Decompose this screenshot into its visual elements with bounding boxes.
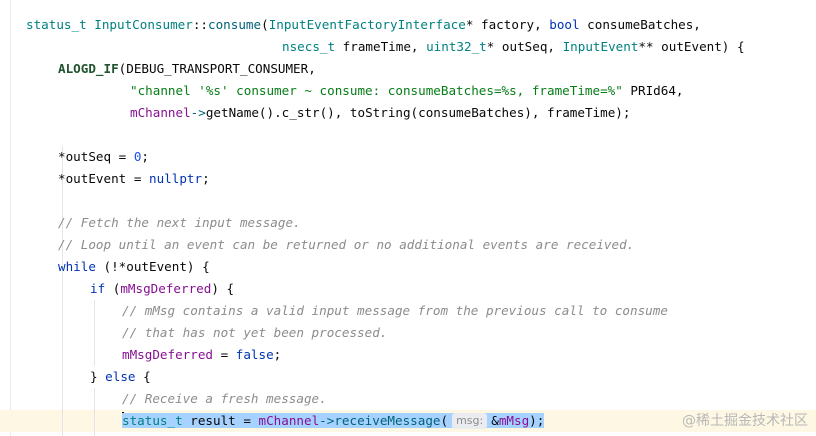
- code-token: ;: [202, 171, 210, 186]
- type-token: InputEventFactoryInterface: [268, 17, 466, 32]
- code-token: ;: [273, 347, 282, 362]
- code-token: * outSeq,: [486, 39, 563, 54]
- code-token: =: [213, 347, 236, 362]
- code-line-13: if (mMsgDeferred) {: [90, 278, 234, 300]
- code-token: * factory,: [465, 17, 550, 32]
- code-line-19-selected[interactable]: status_t result = mChannel->receiveMessa…: [122, 410, 545, 432]
- code-token: *outSeq =: [58, 149, 134, 164]
- code-token: (: [105, 281, 121, 296]
- class-token: InputConsumer: [94, 17, 193, 32]
- code-token: (: [261, 17, 269, 32]
- member-token: mMsgDeferred: [122, 347, 213, 362]
- keyword-token: nullptr: [149, 171, 203, 186]
- type-token: InputEvent: [562, 39, 639, 54]
- member-token: mMsgDeferred: [120, 281, 212, 296]
- string-token: "channel '%s' consumer ~ consume: consum…: [130, 83, 623, 98]
- code-line-12: while (!*outEvent) {: [58, 256, 210, 278]
- keyword-token: else: [105, 369, 136, 384]
- code-token: (: [440, 413, 449, 428]
- member-token: mMsg: [498, 413, 530, 428]
- code-token: ::: [192, 17, 209, 32]
- keyword-token: false: [235, 347, 274, 362]
- code-line-5: mChannel->getName().c_str(), toString(co…: [130, 102, 630, 124]
- indent-guide: [94, 388, 95, 436]
- code-line-7: *outSeq = 0;: [58, 146, 149, 168]
- code-token: frameTime,: [335, 39, 427, 54]
- keyword-token: while: [58, 259, 96, 274]
- type-token: status_t: [122, 413, 183, 428]
- code-line-17: } else {: [90, 366, 151, 388]
- code-comment: // Fetch the next input message.: [58, 215, 301, 230]
- code-token: ** outEvent) {: [638, 39, 745, 54]
- code-editor[interactable]: status_t InputConsumer::consume(InputEve…: [0, 0, 816, 436]
- code-token: &: [491, 413, 499, 428]
- code-token: );: [529, 413, 545, 428]
- code-token: PRId64,: [622, 83, 684, 98]
- indent-guide: [94, 300, 95, 366]
- member-token: mChannel: [258, 413, 320, 428]
- code-line-1: status_t InputConsumer::consume(InputEve…: [26, 14, 701, 36]
- selection[interactable]: status_t result = mChannel->receiveMessa…: [122, 413, 545, 429]
- code-comment: // that has not yet been processed.: [122, 325, 388, 340]
- keyword-token: if: [90, 281, 106, 296]
- type-token: nsecs_t: [282, 39, 336, 54]
- code-token: getName().c_str(), toString(consumeBatch…: [205, 105, 631, 120]
- keyword-token: bool: [549, 17, 580, 32]
- code-comment: // mMsg contains a valid input message f…: [122, 303, 668, 318]
- operator-token: ->: [190, 105, 206, 120]
- function-token: receiveMessage: [334, 413, 441, 428]
- code-line-4: "channel '%s' consumer ~ consume: consum…: [130, 80, 684, 102]
- type-token: uint32_t: [426, 39, 487, 54]
- parameter-hint: msg:: [452, 413, 488, 429]
- code-line-8: *outEvent = nullptr;: [58, 168, 210, 190]
- code-token: result =: [182, 413, 259, 428]
- code-token: }: [90, 369, 106, 384]
- code-token: {: [135, 369, 151, 384]
- code-comment: // Receive a fresh message.: [122, 391, 327, 406]
- member-token: mChannel: [130, 105, 191, 120]
- code-token: (!*outEvent) {: [95, 259, 210, 274]
- code-token: ) {: [211, 281, 235, 296]
- code-line-3: ALOGD_IF(DEBUG_TRANSPORT_CONSUMER,: [58, 58, 316, 80]
- code-token: ;: [141, 149, 150, 164]
- macro-token: ALOGD_IF: [58, 61, 119, 76]
- operator-token: ->: [319, 413, 335, 428]
- code-token: consumeBatches,: [579, 17, 701, 32]
- code-line-2: nsecs_t frameTime, uint32_t* outSeq, Inp…: [282, 36, 745, 58]
- code-comment: // Loop until an event can be returned o…: [58, 237, 635, 252]
- type-token: status_t: [26, 17, 87, 32]
- watermark: @稀土掘金技术社区: [682, 413, 808, 429]
- function-token: consume: [208, 17, 262, 32]
- gutter-divider: [10, 0, 11, 436]
- code-token: (DEBUG_TRANSPORT_CONSUMER,: [118, 61, 316, 76]
- code-line-16: mMsgDeferred = false;: [122, 344, 281, 366]
- code-token: *outEvent =: [58, 171, 149, 186]
